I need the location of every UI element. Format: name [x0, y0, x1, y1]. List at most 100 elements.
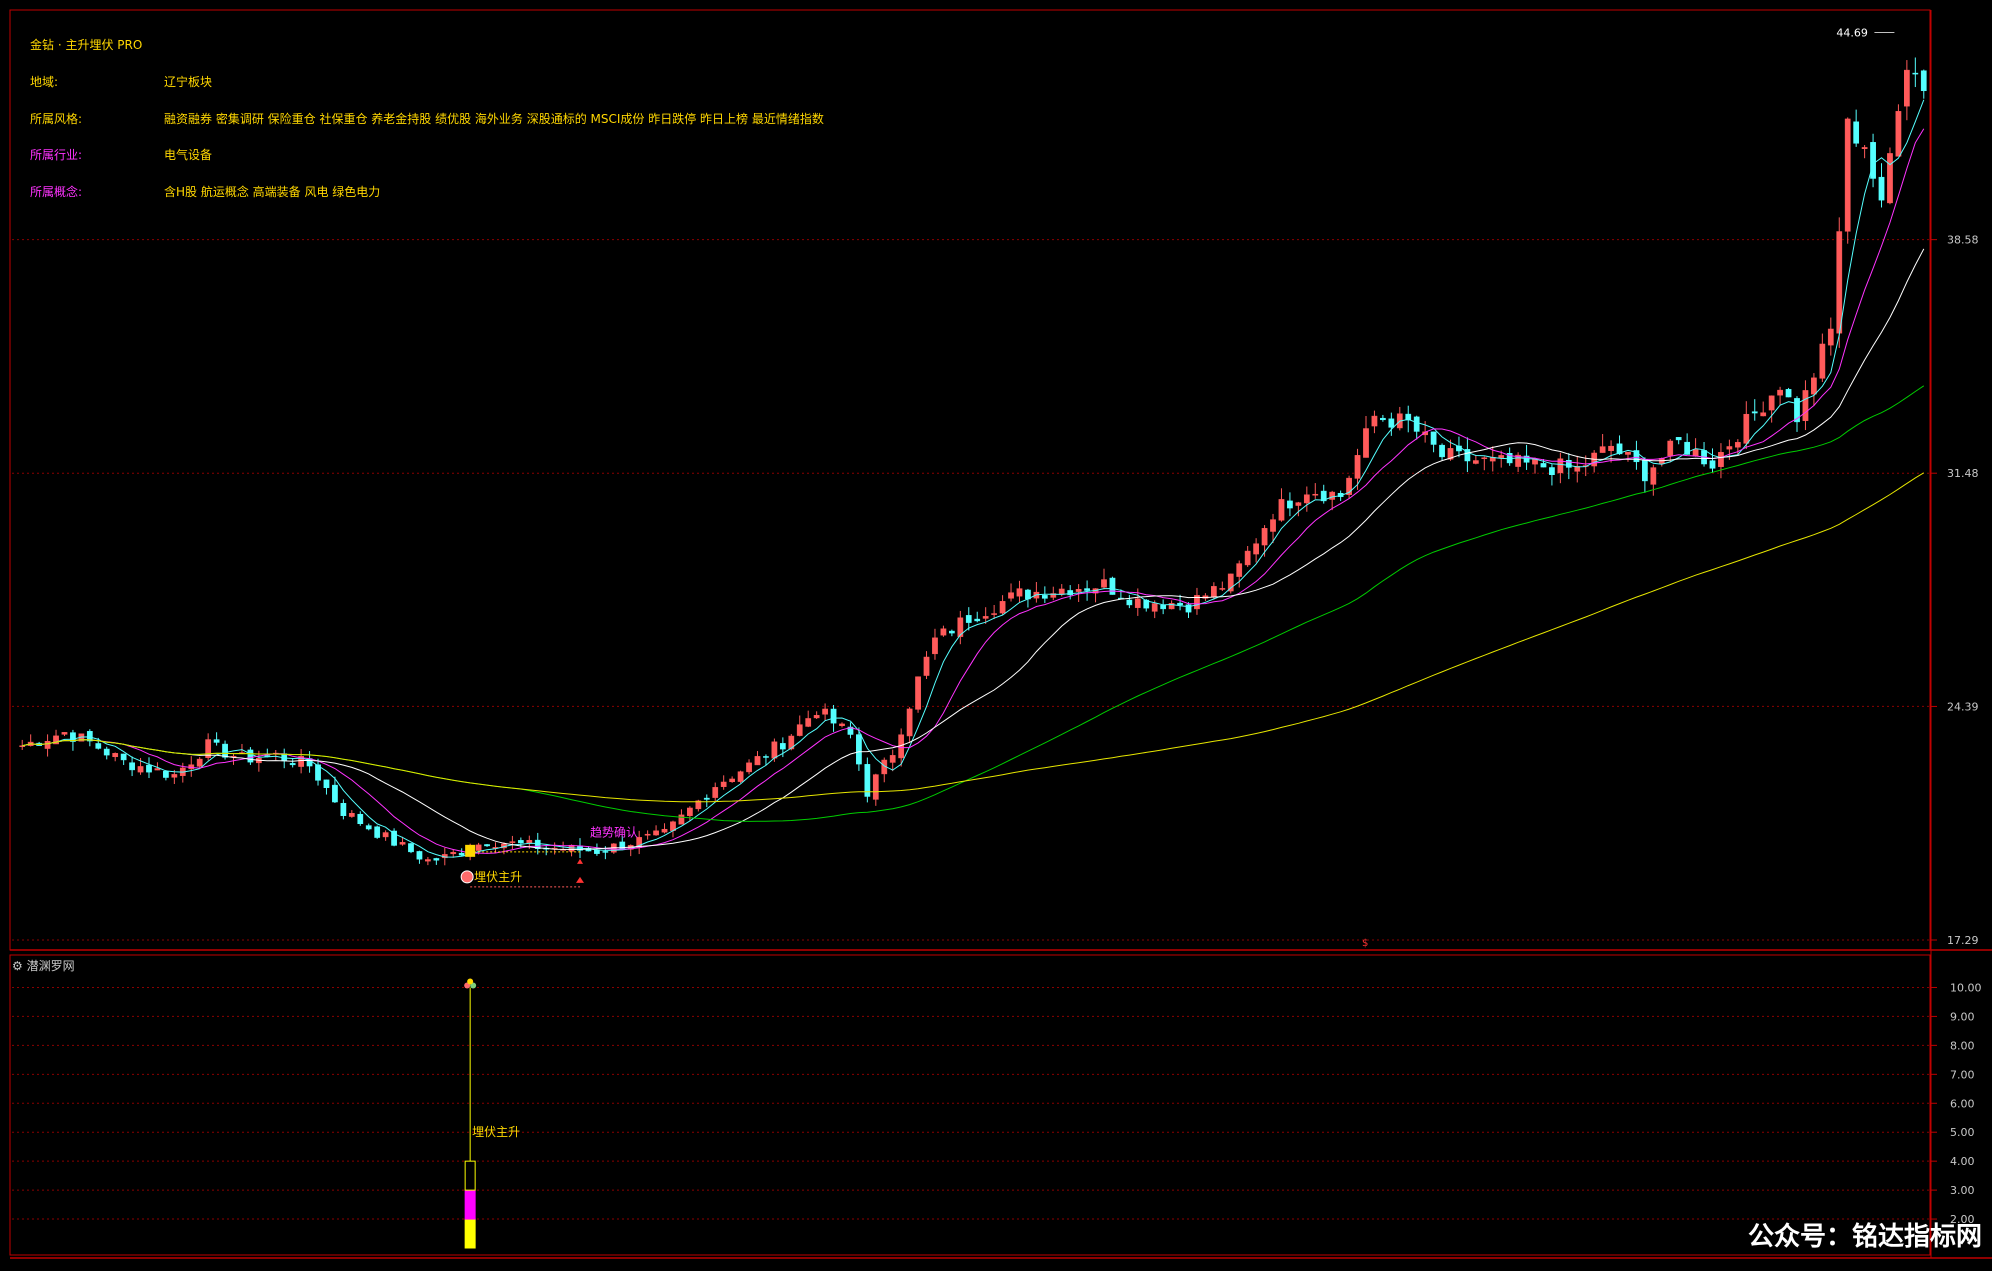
- candle-body: [1912, 72, 1919, 75]
- candle-body: [1827, 328, 1834, 346]
- candle-body: [1481, 457, 1488, 460]
- candle-body: [940, 628, 947, 636]
- high-price-label: 44.69: [1836, 27, 1868, 40]
- candle-body: [1303, 494, 1310, 504]
- candle-body: [163, 771, 169, 778]
- candle-body: [1270, 519, 1276, 532]
- sub-y-tick-label: 4.00: [1950, 1155, 1975, 1168]
- region-value: 辽宁板块: [164, 75, 213, 89]
- candle-body: [729, 778, 736, 783]
- watermark: 公众号：铭达指标网: [1747, 1222, 1982, 1252]
- candle-body: [154, 768, 161, 771]
- candle-body: [1016, 588, 1023, 597]
- candle-body: [1008, 592, 1014, 599]
- candle-body: [999, 601, 1006, 614]
- candle-body: [915, 676, 921, 710]
- sub-panel-name: 潜渊罗网: [26, 959, 75, 973]
- sub-y-tick-label: 8.00: [1950, 1039, 1975, 1052]
- candle-body: [1802, 390, 1809, 421]
- candle-body: [1253, 543, 1259, 555]
- y-tick-label: 38.58: [1947, 234, 1979, 247]
- candle-body: [687, 807, 693, 816]
- candle-body: [1599, 446, 1606, 453]
- sub-y-tick-label: 6.00: [1950, 1097, 1975, 1110]
- candle-body: [137, 766, 144, 773]
- candle-body: [1904, 69, 1910, 107]
- candle-body: [1380, 417, 1386, 421]
- candle-body: [95, 743, 102, 749]
- concept-value: 含H股 航运概念 高端装备 风电 绿色电力: [164, 185, 381, 199]
- candle-body: [509, 841, 516, 843]
- sub-y-tick-label: 5.00: [1950, 1126, 1975, 1139]
- gear-icon[interactable]: ⚙: [12, 959, 23, 973]
- candle-body: [779, 743, 786, 750]
- candle-body: [661, 828, 668, 833]
- candle-body: [1675, 437, 1682, 441]
- candle-body: [813, 715, 820, 719]
- ambush-label: 埋伏主升: [474, 870, 522, 884]
- sub-panel-frame: [9, 954, 1931, 1256]
- candle-body: [1329, 491, 1336, 500]
- candle-body: [1244, 550, 1251, 566]
- candle-body: [425, 859, 431, 862]
- candle-body: [1134, 598, 1141, 608]
- candle-body: [433, 858, 440, 861]
- candle-body: [991, 613, 997, 615]
- candle-body: [1743, 413, 1750, 444]
- candle-body: [196, 758, 203, 767]
- candle-body: [1472, 460, 1479, 464]
- candle-body: [1312, 493, 1319, 496]
- sub-panel-title[interactable]: ⚙ 潜渊罗网: [12, 957, 75, 974]
- candle-body: [103, 748, 110, 756]
- sub-ambush-label: 埋伏主升: [472, 1125, 520, 1139]
- candle-body: [517, 840, 524, 844]
- sub-signal-bar: [464, 1218, 476, 1249]
- candle-body: [1295, 502, 1302, 506]
- candle-body: [323, 779, 330, 788]
- candle-body: [112, 753, 119, 758]
- candle-body: [856, 734, 862, 765]
- candle-body: [1278, 499, 1285, 521]
- candle-body: [805, 718, 812, 727]
- candle-body: [1210, 586, 1217, 598]
- candle-body: [644, 833, 651, 836]
- main-panel-frame: [9, 9, 1931, 951]
- trend-confirm-label: 趋势确认: [590, 825, 638, 839]
- sub-signal-bar: [464, 1160, 476, 1191]
- candle-body: [1718, 452, 1724, 467]
- y-tick-label: 17.29: [1947, 934, 1979, 947]
- candle-body: [382, 832, 389, 838]
- candle-body: [1075, 589, 1082, 592]
- ma5-line: [22, 99, 1925, 858]
- candle-body: [737, 771, 744, 782]
- candle-body: [1625, 451, 1631, 455]
- candle-body: [703, 797, 710, 800]
- candle-body: [1413, 416, 1420, 432]
- candle-body: [974, 618, 981, 622]
- candle-body: [653, 830, 659, 836]
- candle-body: [1751, 411, 1758, 414]
- candle-body: [475, 844, 482, 851]
- candle-body: [889, 755, 896, 763]
- candle-body: [222, 743, 228, 758]
- candle-body: [1734, 442, 1741, 448]
- candle-body: [1861, 147, 1868, 149]
- candle-body: [526, 839, 533, 844]
- candle-body: [213, 739, 220, 743]
- candle-body: [120, 753, 127, 761]
- candle-body: [1777, 389, 1783, 396]
- candle-body: [1667, 440, 1674, 457]
- candle-body: [1844, 118, 1851, 232]
- candle-body: [796, 724, 803, 736]
- candle-body: [1498, 455, 1505, 458]
- style-value: 融资融券 密集调研 保险重仓 社保重仓 养老金持股 绩优股 海外业务 深股通标的…: [164, 112, 824, 126]
- style-label: 所属风格:: [30, 112, 83, 126]
- candle-body: [906, 708, 913, 737]
- candle-body: [1041, 595, 1048, 599]
- candle-body: [1608, 445, 1614, 451]
- candle-body: [1768, 395, 1775, 411]
- ma10-line: [22, 128, 1925, 854]
- candle-body: [1219, 588, 1226, 590]
- candle-body: [44, 740, 51, 749]
- candle-body: [348, 812, 355, 817]
